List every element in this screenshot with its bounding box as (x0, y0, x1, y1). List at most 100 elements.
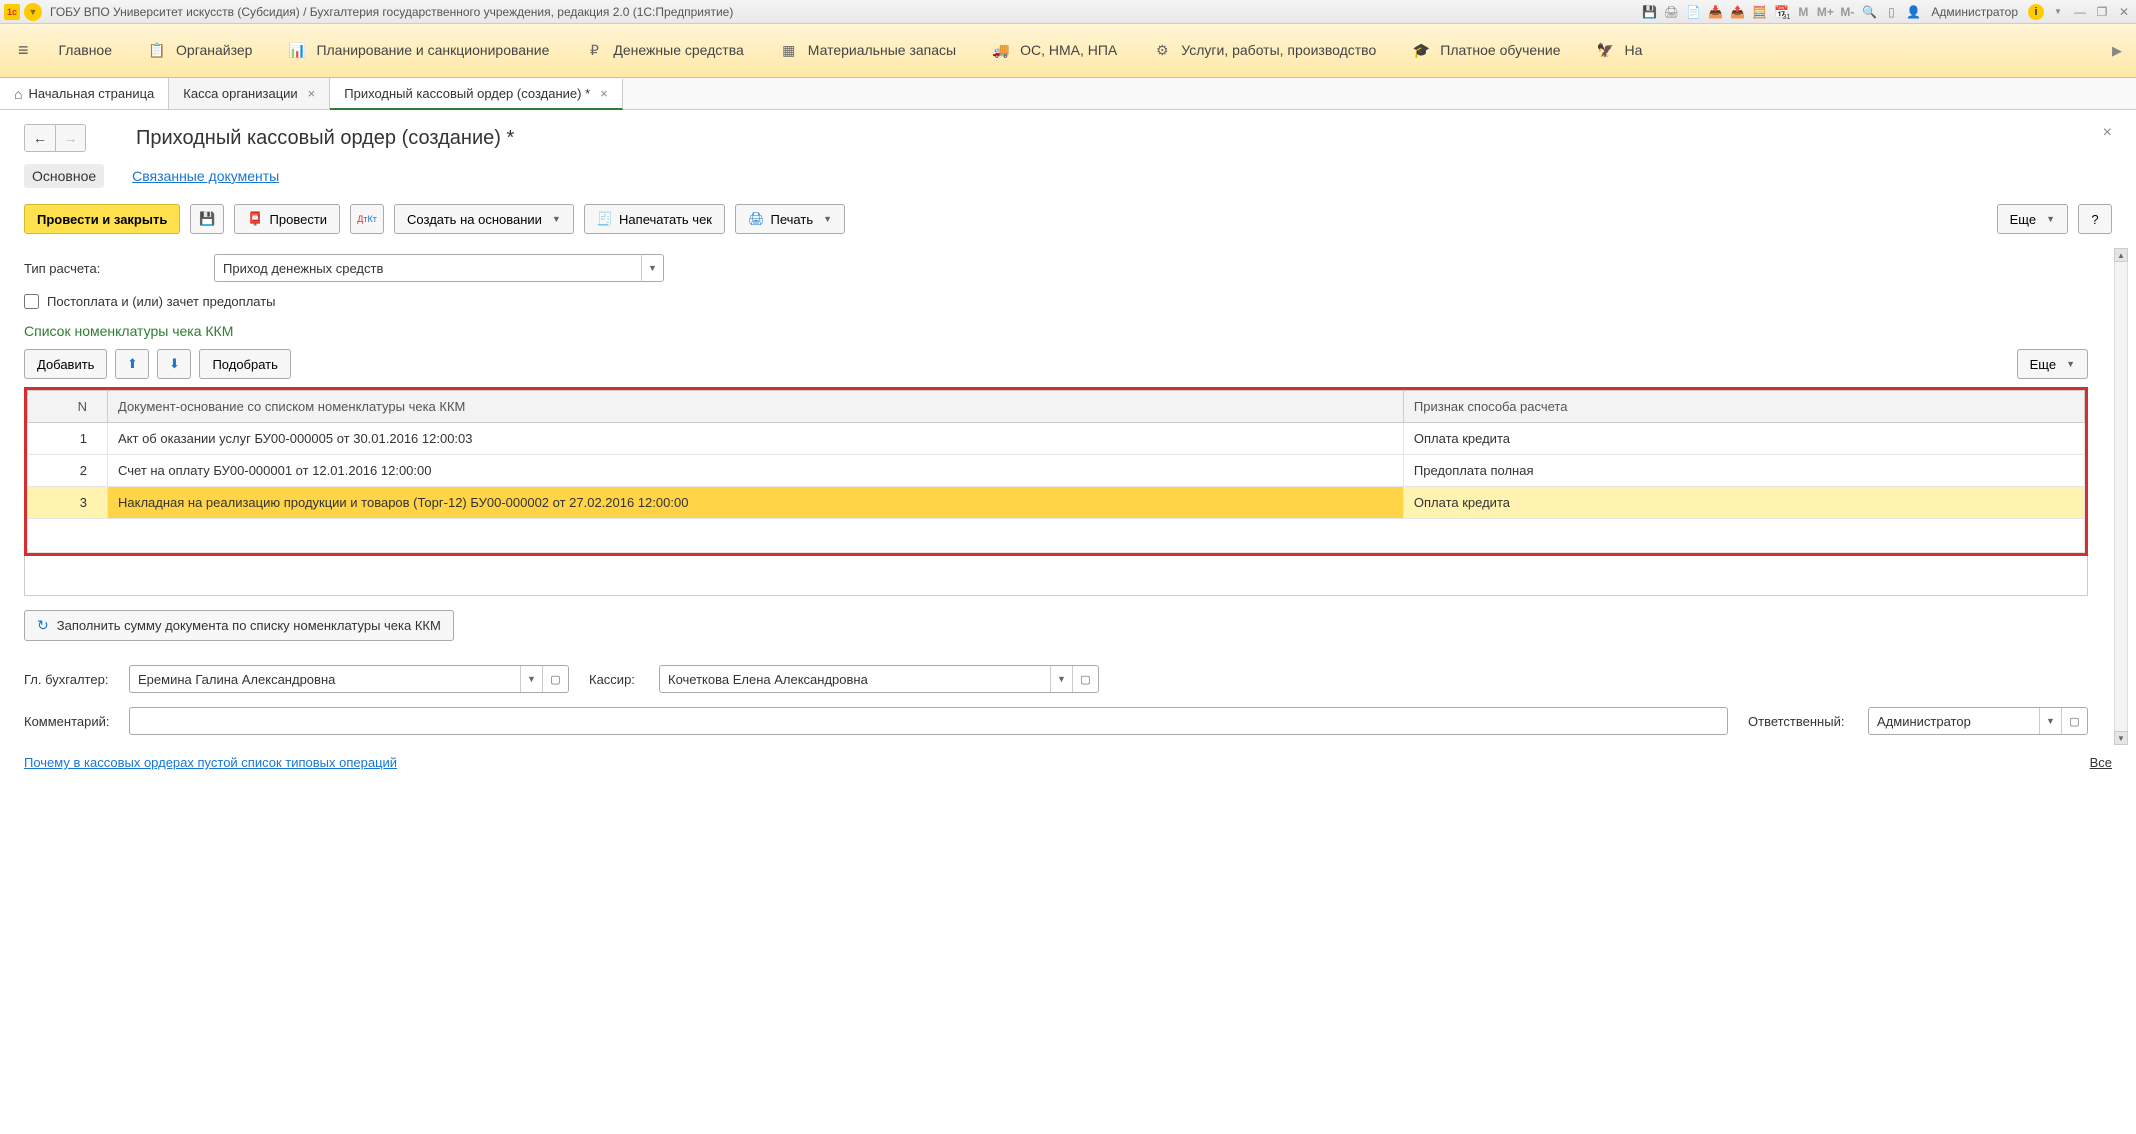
scroll-up-icon[interactable]: ▲ (2114, 248, 2128, 262)
nav-scroll-right-icon[interactable]: ▶ (2104, 43, 2130, 59)
cashier-value: Кочеткова Елена Александровна (660, 666, 1050, 692)
more-button[interactable]: Еще ▼ (1997, 204, 2068, 234)
truck-icon: 🚚 (992, 42, 1010, 60)
table-footer-space (24, 556, 2088, 596)
nav-money[interactable]: ₽ Денежные средства (567, 36, 761, 66)
info-dropdown-icon[interactable]: ▼ (2050, 4, 2066, 20)
table-row[interactable]: 1 Акт об оказании услуг БУ00-000005 от 3… (28, 423, 2085, 455)
calendar-icon[interactable]: 📅31 (1773, 4, 1789, 20)
nav-assets[interactable]: 🚚 ОС, НМА, НПА (974, 36, 1135, 66)
col-header-n[interactable]: N (28, 391, 108, 423)
responsible-field[interactable]: Администратор ▼ ▢ (1868, 707, 2088, 735)
memory-mplus[interactable]: M+ (1817, 4, 1833, 20)
cell-doc: Счет на оплату БУ00-000001 от 12.01.2016… (108, 455, 1404, 487)
chevron-down-icon[interactable]: ▼ (641, 255, 663, 281)
chevron-down-icon[interactable]: ▼ (520, 666, 542, 692)
maximize-icon[interactable]: ❐ (2094, 4, 2110, 20)
nav-more-cut[interactable]: 🦅 На (1578, 36, 1660, 66)
subnav-main[interactable]: Основное (24, 164, 104, 188)
print-button[interactable]: 🖨 Печать ▼ (735, 204, 845, 234)
post-button[interactable]: 📮 Провести (234, 204, 340, 234)
ruble-icon: ₽ (585, 42, 603, 60)
panels-icon[interactable]: ▯ (1883, 4, 1899, 20)
forward-button[interactable]: → (55, 125, 85, 151)
move-down-button[interactable]: ⬇ (157, 349, 191, 379)
calc-type-value: Приход денежных средств (215, 255, 641, 281)
printer-icon: 🖨 (748, 211, 765, 227)
tab-close-icon[interactable]: × (600, 86, 608, 101)
clipboard-icon: 📋 (148, 42, 166, 60)
calc-type-label: Тип расчета: (24, 261, 204, 276)
add-row-button[interactable]: Добавить (24, 349, 107, 379)
post-and-close-button[interactable]: Провести и закрыть (24, 204, 180, 234)
tab-close-icon[interactable]: × (308, 86, 316, 101)
clipboard-in-icon[interactable]: 📥 (1707, 4, 1723, 20)
accountant-field[interactable]: Еремина Галина Александровна ▼ ▢ (129, 665, 569, 693)
nav-organizer[interactable]: 📋 Органайзер (130, 36, 270, 66)
page-subnav: Основное Связанные документы (0, 160, 2136, 198)
scroll-down-icon[interactable]: ▼ (2114, 731, 2128, 745)
user-icon: 👤 (1905, 4, 1921, 20)
close-icon[interactable]: ✕ (2116, 4, 2132, 20)
doc-icon[interactable]: 📄 (1685, 4, 1701, 20)
col-header-sign[interactable]: Признак способа расчета (1403, 391, 2084, 423)
col-header-doc[interactable]: Документ-основание со списком номенклату… (108, 391, 1404, 423)
tab-home[interactable]: ⌂ Начальная страница (0, 78, 169, 109)
memory-m[interactable]: M (1795, 4, 1811, 20)
chevron-down-icon[interactable]: ▼ (1050, 666, 1072, 692)
calc-type-select[interactable]: Приход денежных средств ▼ (214, 254, 664, 282)
nav-materials[interactable]: ▦ Материальные запасы (762, 36, 974, 66)
dtct-icon: ДтКт (357, 214, 377, 224)
help-button[interactable]: ? (2078, 204, 2112, 234)
print-check-button[interactable]: 🧾 Напечатать чек (584, 204, 725, 234)
save-button[interactable]: 💾 (190, 204, 224, 234)
minimize-icon[interactable]: — (2072, 4, 2088, 20)
responsible-label: Ответственный: (1748, 714, 1858, 729)
burger-menu-icon[interactable]: ≡ (6, 40, 41, 61)
memory-mminus[interactable]: M- (1839, 4, 1855, 20)
postpay-checkbox[interactable] (24, 294, 39, 309)
create-based-button[interactable]: Создать на основании ▼ (394, 204, 574, 234)
table-row-selected[interactable]: 3 Накладная на реализацию продукции и то… (28, 487, 2085, 519)
open-ref-icon[interactable]: ▢ (542, 666, 568, 692)
fill-sum-button[interactable]: ↻ Заполнить сумму документа по списку но… (24, 610, 454, 641)
nav-services[interactable]: ⚙ Услуги, работы, производство (1135, 36, 1394, 66)
open-ref-icon[interactable]: ▢ (1072, 666, 1098, 692)
subnav-related[interactable]: Связанные документы (124, 164, 287, 188)
save-icon[interactable]: 💾 (1641, 4, 1657, 20)
show-all-link[interactable]: Все (2090, 755, 2112, 770)
table-more-button[interactable]: Еще ▼ (2017, 349, 2088, 379)
tabs-bar: ⌂ Начальная страница Касса организации ×… (0, 78, 2136, 110)
chevron-down-icon[interactable]: ▼ (2039, 708, 2061, 734)
tab-cashbox[interactable]: Касса организации × (169, 78, 330, 109)
cell-sign: Предоплата полная (1403, 455, 2084, 487)
comment-field[interactable] (129, 707, 1728, 735)
nav-main[interactable]: Главное (41, 36, 131, 65)
nav-education[interactable]: 🎓 Платное обучение (1394, 36, 1578, 66)
info-icon[interactable]: i (2028, 4, 2044, 20)
scroll-track[interactable] (2114, 262, 2128, 731)
zoom-icon[interactable]: 🔍 (1861, 4, 1877, 20)
app-menu-dropdown[interactable]: ▼ (24, 3, 42, 21)
move-up-button[interactable]: ⬆ (115, 349, 149, 379)
nav-planning[interactable]: 📊 Планирование и санкционирование (270, 36, 567, 66)
tab-cash-order[interactable]: Приходный кассовый ордер (создание) * × (330, 79, 622, 110)
open-ref-icon[interactable]: ▢ (2061, 708, 2087, 734)
pick-button[interactable]: Подобрать (199, 349, 290, 379)
calc-icon[interactable]: 🧮 (1751, 4, 1767, 20)
form-area: ▲ ▼ Тип расчета: Приход денежных средств… (0, 248, 2136, 745)
help-link[interactable]: Почему в кассовых ордерах пустой список … (24, 755, 397, 770)
post-icon: 📮 (247, 211, 263, 227)
table-empty-row[interactable] (28, 519, 2085, 553)
dtct-button[interactable]: ДтКт (350, 204, 384, 234)
scrollbar[interactable]: ▲ ▼ (2114, 248, 2128, 745)
print-icon[interactable]: 🖨 (1663, 4, 1679, 20)
clipboard-out-icon[interactable]: 📤 (1729, 4, 1745, 20)
back-button[interactable]: ← (25, 125, 55, 151)
cashier-field[interactable]: Кочеткова Елена Александровна ▼ ▢ (659, 665, 1099, 693)
page-close-icon[interactable]: × (2103, 124, 2112, 142)
table-row[interactable]: 2 Счет на оплату БУ00-000001 от 12.01.20… (28, 455, 2085, 487)
graduation-icon: 🎓 (1412, 42, 1430, 60)
user-name: Администратор (1931, 5, 2018, 19)
page-title: Приходный кассовый ордер (создание) * (136, 127, 514, 150)
